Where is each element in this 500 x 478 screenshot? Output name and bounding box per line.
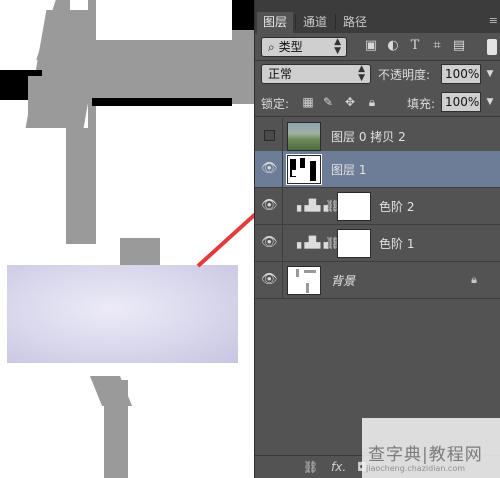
- updown-arrow-icon: ▲ ▼: [334, 37, 341, 56]
- layer-row[interactable]: 👁︎ 背景 🔒︎: [255, 262, 500, 299]
- layer-row[interactable]: 👁︎ ▖▟▙▗ ⛓︎ 色阶 2: [255, 188, 500, 225]
- divider: [282, 151, 283, 188]
- tab-layers[interactable]: 图层: [257, 12, 294, 33]
- filter-kind-select[interactable]: ⌕ 类型 ▲ ▼: [261, 37, 347, 57]
- lock-brush-icon[interactable]: ✎: [321, 95, 335, 109]
- layer-thumbnail: [287, 122, 321, 151]
- levels-adjustment-icon: ▖▟▙▗: [297, 236, 328, 249]
- fill-dropdown-icon[interactable]: ▼: [483, 92, 497, 112]
- layer-name[interactable]: 色阶 1: [379, 236, 414, 252]
- layer-name[interactable]: 背景: [331, 273, 355, 289]
- updown-arrow-icon: ▲ ▼: [358, 64, 365, 83]
- fill-label: 填充:: [407, 97, 436, 111]
- layer-row-selected[interactable]: 👁︎ 图层 1: [255, 151, 500, 188]
- divider: [255, 116, 500, 117]
- divider: [282, 118, 283, 155]
- divider: [282, 188, 283, 225]
- adjustment-filter-icon[interactable]: ◐: [385, 38, 401, 54]
- tab-channels[interactable]: 通道: [297, 12, 333, 33]
- eye-icon[interactable]: 👁︎: [261, 272, 278, 288]
- layer-row[interactable]: 图层 0 拷贝 2: [255, 118, 500, 155]
- lock-position-icon[interactable]: ✥: [343, 95, 357, 109]
- panel-tab-bar: 图层 通道 路径 ≡: [255, 0, 500, 33]
- pixel-filter-icon[interactable]: ▣: [363, 38, 379, 54]
- layer-thumbnail: [286, 154, 322, 185]
- fx-icon[interactable]: fx.: [331, 460, 346, 474]
- opacity-label: 不透明度:: [378, 68, 431, 82]
- visibility-toggle-off[interactable]: [264, 130, 275, 141]
- layer-name[interactable]: 图层 1: [331, 162, 366, 178]
- levels-adjustment-icon: ▖▟▙▗: [297, 199, 328, 212]
- layer-name[interactable]: 色阶 2: [379, 199, 414, 215]
- filter-toggle[interactable]: [487, 39, 497, 55]
- background-thumbnail: [296, 269, 316, 293]
- mask-shape-thumbnail: [290, 158, 316, 181]
- search-icon: ⌕: [268, 40, 275, 54]
- filter-kind-label: 类型: [278, 40, 303, 54]
- tab-paths[interactable]: 路径: [337, 12, 373, 33]
- eye-icon[interactable]: 👁︎: [261, 235, 278, 251]
- lock-label: 锁定:: [261, 97, 290, 111]
- blend-mode-label: 正常: [268, 67, 293, 81]
- divider: [282, 225, 283, 262]
- link-icon[interactable]: ⛓︎: [303, 460, 318, 474]
- layer-name[interactable]: 图层 0 拷贝 2: [331, 129, 406, 145]
- divider: [282, 262, 283, 299]
- opacity-input[interactable]: 100%: [441, 64, 481, 84]
- blend-mode-select[interactable]: 正常 ▲ ▼: [261, 64, 371, 84]
- smart-object-filter-icon[interactable]: ▤: [451, 38, 467, 54]
- opacity-dropdown-icon[interactable]: ▼: [483, 64, 497, 84]
- lock-transparency-icon[interactable]: ▦: [301, 95, 315, 109]
- shape-filter-icon[interactable]: ⌗: [429, 38, 445, 54]
- type-filter-icon[interactable]: T: [407, 38, 423, 54]
- eye-icon[interactable]: 👁︎: [261, 198, 278, 214]
- layer-mask-thumbnail: [337, 229, 371, 258]
- panel-menu-icon[interactable]: ≡: [489, 14, 498, 27]
- divider: [255, 60, 500, 61]
- layers-panel: 图层 通道 路径 ≡ ⌕ 类型 ▲ ▼ ▣ ◐ T ⌗ ▤ 正常 ▲ ▼ 不透明度:…: [254, 0, 500, 478]
- layer-mask-thumbnail: [337, 192, 371, 221]
- layer-row[interactable]: 👁︎ ▖▟▙▗ ⛓︎ 色阶 1: [255, 225, 500, 262]
- fill-input[interactable]: 100%: [441, 92, 481, 112]
- watermark-url: jiaocheng.chazidian.com: [366, 464, 466, 473]
- eye-icon[interactable]: 👁︎: [261, 161, 278, 177]
- lock-icon: 🔒︎: [471, 273, 477, 286]
- layer-thumbnail: [287, 266, 321, 295]
- watermark-title: 查字典|教程网: [368, 445, 483, 465]
- tab-divider: [295, 14, 296, 30]
- watermark: 查字典|教程网 jiaocheng.chazidian.com: [362, 418, 500, 478]
- tab-divider: [335, 14, 336, 30]
- lock-all-icon[interactable]: 🔒︎: [365, 95, 379, 109]
